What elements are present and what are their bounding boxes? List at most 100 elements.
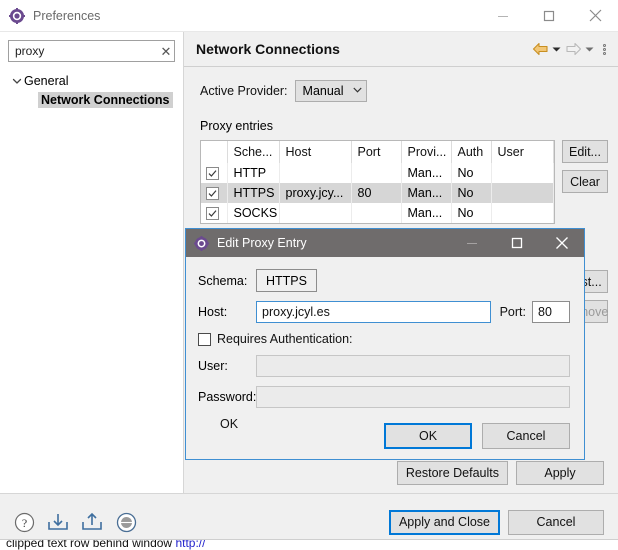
dialog-title: Edit Proxy Entry bbox=[217, 236, 307, 250]
row-checkbox-cell[interactable] bbox=[201, 183, 228, 203]
active-provider-select[interactable]: Manual bbox=[294, 80, 367, 102]
globe-icon[interactable] bbox=[114, 510, 138, 534]
column-header-check[interactable] bbox=[201, 141, 228, 163]
clipped-text-link[interactable]: http:// bbox=[175, 540, 205, 550]
table-row[interactable]: HTTP Man... No bbox=[201, 163, 554, 183]
cell-user bbox=[491, 183, 554, 203]
sidebar-item-network-connections[interactable]: Network Connections bbox=[0, 90, 183, 109]
preferences-tree: General Network Connections bbox=[0, 71, 183, 109]
help-icon[interactable]: ? bbox=[12, 510, 36, 534]
active-provider-row: Active Provider: Manual bbox=[200, 80, 604, 102]
checkbox-unchecked-icon[interactable] bbox=[198, 332, 211, 346]
checkbox-checked-icon[interactable] bbox=[206, 187, 219, 201]
page-title: Network Connections bbox=[196, 41, 340, 57]
row-checkbox-cell[interactable] bbox=[201, 203, 228, 223]
cell-user bbox=[491, 163, 554, 183]
schema-label: Schema: bbox=[198, 273, 248, 288]
back-arrow-icon[interactable] bbox=[530, 38, 550, 60]
column-header-host[interactable]: Host bbox=[279, 141, 352, 163]
chevron-down-icon[interactable] bbox=[10, 74, 24, 88]
kebab-menu-icon[interactable] bbox=[596, 38, 612, 60]
user-label: User: bbox=[198, 359, 228, 373]
checkbox-checked-icon[interactable] bbox=[206, 207, 219, 221]
cell-auth: No bbox=[451, 203, 492, 223]
table-row[interactable]: SOCKS Man... No bbox=[201, 203, 554, 223]
requires-auth-row[interactable]: Requires Authentication: bbox=[198, 332, 570, 346]
host-field[interactable] bbox=[256, 301, 491, 323]
search-input[interactable] bbox=[9, 44, 158, 58]
apply-and-close-button[interactable]: Apply and Close bbox=[388, 509, 500, 535]
tree-item-general[interactable]: General bbox=[0, 71, 183, 90]
row-checkbox-cell[interactable] bbox=[201, 163, 228, 183]
restore-defaults-button[interactable]: Restore Defaults bbox=[396, 461, 508, 485]
cell-host bbox=[279, 203, 352, 223]
forward-arrow-icon[interactable] bbox=[563, 38, 583, 60]
window-title: Preferences bbox=[33, 8, 101, 23]
edit-proxy-entry-dialog: Edit Proxy Entry Schema: HTTPS Host: Por… bbox=[185, 228, 585, 460]
column-header-user[interactable]: User bbox=[491, 141, 554, 163]
edit-button[interactable]: Edit... bbox=[562, 140, 608, 163]
gear-icon bbox=[8, 7, 26, 25]
clipped-text: clipped text row behind window http:// bbox=[6, 539, 205, 550]
cell-provider: Man... bbox=[401, 183, 452, 203]
column-header-schema[interactable]: Sche... bbox=[227, 141, 280, 163]
dialog-close-button[interactable] bbox=[539, 229, 584, 257]
clear-button[interactable]: Clear bbox=[562, 170, 608, 193]
user-field[interactable] bbox=[256, 355, 570, 377]
active-provider-label: Active Provider: bbox=[200, 84, 288, 98]
schema-value-button[interactable]: HTTPS bbox=[256, 269, 317, 292]
cell-port bbox=[351, 203, 402, 223]
host-row: Host: Port: bbox=[198, 301, 570, 323]
dialog-cancel-button[interactable]: Cancel bbox=[482, 423, 570, 449]
port-field[interactable] bbox=[532, 301, 570, 323]
checkbox-checked-icon[interactable] bbox=[206, 167, 219, 181]
svg-text:?: ? bbox=[21, 516, 26, 530]
clipped-text-label: clipped text row behind window bbox=[6, 539, 173, 550]
port-label: Port: bbox=[499, 305, 526, 319]
window-maximize-button[interactable] bbox=[526, 0, 572, 31]
cell-host bbox=[279, 163, 352, 183]
cell-schema: HTTP bbox=[227, 163, 280, 183]
dialog-ok-button[interactable]: OK bbox=[384, 423, 472, 449]
cell-user bbox=[491, 203, 554, 223]
table-header-row: Sche... Host Port Provi... Auth User bbox=[201, 141, 554, 163]
cell-auth: No bbox=[451, 183, 492, 203]
window-titlebar: Preferences bbox=[0, 0, 618, 32]
forward-dropdown-caret-icon[interactable] bbox=[583, 38, 596, 60]
password-field[interactable] bbox=[256, 386, 570, 408]
dialog-maximize-button[interactable] bbox=[494, 229, 539, 257]
apply-button[interactable]: Apply bbox=[516, 461, 604, 485]
back-dropdown-caret-icon[interactable] bbox=[550, 38, 563, 60]
cell-port: 80 bbox=[351, 183, 402, 203]
user-row: User: bbox=[198, 355, 570, 377]
column-header-auth[interactable]: Auth bbox=[451, 141, 492, 163]
clear-icon[interactable]: ✕ bbox=[158, 41, 174, 61]
cell-port bbox=[351, 163, 402, 183]
host-label: Host: bbox=[198, 305, 228, 319]
window-close-button[interactable] bbox=[572, 0, 618, 31]
filter-box[interactable]: ✕ bbox=[8, 40, 175, 62]
column-header-provider[interactable]: Provi... bbox=[401, 141, 452, 163]
cancel-button[interactable]: Cancel bbox=[508, 509, 604, 535]
password-row: Password: bbox=[198, 386, 570, 408]
table-row[interactable]: HTTPS proxy.jcy... 80 Man... No bbox=[201, 183, 554, 203]
requires-auth-label: Requires Authentication: bbox=[217, 332, 353, 346]
cell-auth: No bbox=[451, 163, 492, 183]
cell-host: proxy.jcy... bbox=[279, 183, 352, 203]
proxy-entries-table[interactable]: Sche... Host Port Provi... Auth User HTT… bbox=[200, 140, 555, 224]
dialog-footer: OK Cancel bbox=[186, 413, 584, 459]
dialog-body: Schema: HTTPS Host: Port: Requires Authe… bbox=[186, 257, 584, 459]
dialog-minimize-button[interactable] bbox=[449, 229, 494, 257]
tree-item-label: General bbox=[24, 73, 69, 88]
dialog-titlebar: Edit Proxy Entry bbox=[186, 229, 584, 257]
active-provider-value: Manual bbox=[302, 84, 344, 98]
export-icon[interactable] bbox=[80, 510, 104, 534]
cell-provider: Man... bbox=[401, 163, 452, 183]
cell-schema: SOCKS bbox=[227, 203, 280, 223]
page-bottom-buttons: Restore Defaults Apply bbox=[396, 461, 604, 485]
cell-schema: HTTPS bbox=[227, 183, 280, 203]
window-minimize-button[interactable] bbox=[480, 0, 526, 31]
column-header-port[interactable]: Port bbox=[351, 141, 402, 163]
import-icon[interactable] bbox=[46, 510, 70, 534]
cell-provider: Man... bbox=[401, 203, 452, 223]
